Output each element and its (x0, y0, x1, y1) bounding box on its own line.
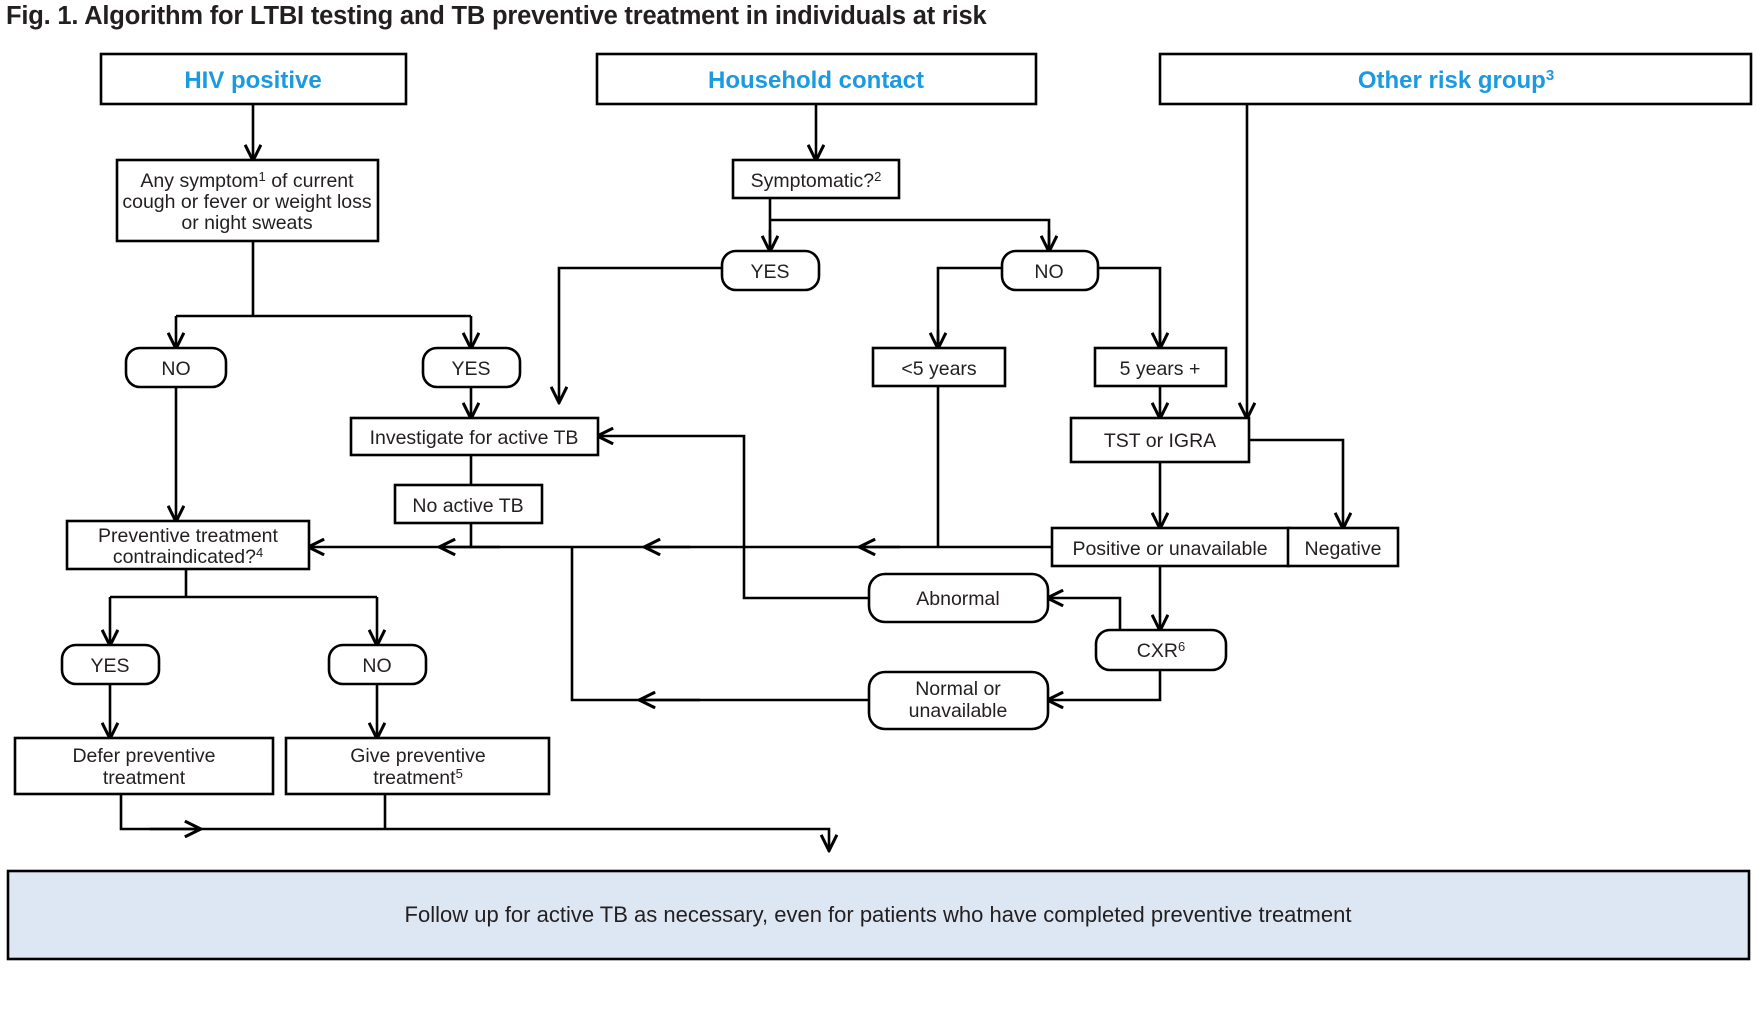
node-under-5-years[interactable]: <5 years (871, 346, 1007, 388)
figure-root: Fig. 1. Algorithm for LTBI testing and T… (0, 0, 1757, 1024)
investigate-label: Investigate for active TB (370, 427, 579, 449)
give-line1: Give preventive (350, 745, 485, 767)
any-symptom-line2: cough or fever or weight loss (122, 191, 372, 213)
followup-banner-label: Follow up for active TB as necessary, ev… (405, 902, 1352, 927)
node-normal-or-unavailable[interactable]: Normal or unavailable (867, 670, 1050, 731)
node-contra-no[interactable]: NO (327, 643, 428, 686)
edge-symptom-split (176, 241, 471, 318)
contraindicated-superscript: 4 (256, 545, 263, 560)
negative-label: Negative (1305, 538, 1382, 560)
node-positive-or-unavailable[interactable]: Positive or unavailable (1050, 526, 1291, 568)
normal-bold: Normal (915, 678, 978, 700)
edge-hhyes-to-investigate (559, 266, 722, 402)
svg-text:Any symptom1 of current: Any symptom1 of current (140, 169, 354, 192)
node-household-yes[interactable]: YES (720, 249, 821, 292)
edge-defer-to-bottom-bus (119, 794, 829, 850)
node-hiv-no[interactable]: NO (124, 346, 228, 389)
node-no-active-tb[interactable]: No active TB (393, 483, 544, 525)
node-other-risk-group[interactable]: Other risk group3 (1158, 52, 1753, 106)
node-give-preventive-treatment[interactable]: Give preventive treatment5 (284, 736, 551, 796)
node-tst-or-igra[interactable]: TST or IGRA (1069, 416, 1251, 464)
edge-tst-to-negative (1249, 438, 1343, 528)
hiv-no-label: NO (161, 358, 190, 380)
svg-text:Other risk group3: Other risk group3 (1358, 67, 1554, 94)
edge-symptomatic-split (768, 198, 1051, 251)
contraindicated-line1: Preventive treatment (98, 525, 279, 547)
normal-line2: unavailable (909, 700, 1008, 722)
abnormal-label: Abnormal (916, 588, 999, 610)
node-hiv-yes[interactable]: YES (421, 346, 522, 389)
svg-text:CXR6: CXR6 (1137, 639, 1185, 662)
other-risk-group-superscript: 3 (1546, 67, 1554, 84)
edge-cxr-to-normal (1048, 670, 1162, 700)
node-cxr[interactable]: CXR6 (1094, 628, 1228, 672)
any-symptom-line1-rest: of current (266, 170, 354, 192)
5-years-plus-label: 5 years + (1120, 358, 1201, 380)
household-contact-label: Household contact (708, 67, 924, 94)
symptomatic-superscript: 2 (874, 169, 881, 184)
positive-rest: or unavailable (1141, 538, 1268, 560)
node-any-symptom[interactable]: Any symptom1 of current cough or fever o… (115, 158, 380, 243)
positive-bold: Positive (1072, 538, 1140, 560)
svg-text:Positive or unavailable: Positive or unavailable (1072, 538, 1267, 560)
any-symptom-bold: Any symptom (140, 170, 258, 192)
any-symptom-superscript: 1 (259, 169, 266, 184)
node-5-years-plus[interactable]: 5 years + (1093, 346, 1228, 388)
defer-line1: Defer preventive (72, 745, 215, 767)
flowchart-canvas: HIV positive Household contact Other ris… (6, 52, 1753, 961)
contra-no-label: NO (362, 655, 391, 677)
household-no-label: NO (1034, 261, 1063, 283)
edge-normal-to-contra-bus (570, 547, 869, 702)
svg-text:contraindicated?4: contraindicated?4 (113, 545, 263, 568)
svg-text:treatment5: treatment5 (373, 766, 463, 789)
defer-line2: treatment (103, 767, 186, 789)
other-risk-group-label: Other risk group (1358, 67, 1546, 94)
give-superscript: 5 (456, 766, 463, 781)
svg-text:Symptomatic?2: Symptomatic?2 (751, 169, 882, 192)
symptomatic-label: Symptomatic? (751, 170, 875, 192)
svg-text:Normal or: Normal or (915, 678, 1001, 700)
contraindicated-line2: contraindicated? (113, 546, 256, 568)
under-5-years-label: <5 years (901, 358, 977, 380)
household-yes-label: YES (750, 261, 789, 283)
hiv-positive-label: HIV positive (184, 67, 321, 94)
node-followup-banner[interactable]: Follow up for active TB as necessary, ev… (6, 869, 1751, 961)
node-household-contact[interactable]: Household contact (595, 52, 1038, 106)
cxr-superscript: 6 (1178, 639, 1185, 654)
node-symptomatic[interactable]: Symptomatic?2 (731, 158, 901, 200)
node-contra-yes[interactable]: YES (60, 643, 161, 686)
node-hiv-positive[interactable]: HIV positive (99, 52, 408, 106)
edge-abnormal-to-investigate (598, 436, 869, 600)
cxr-label: CXR (1137, 640, 1178, 662)
give-line2: treatment (373, 767, 456, 789)
tst-or-igra-label: TST or IGRA (1104, 430, 1216, 452)
node-preventive-contraindicated[interactable]: Preventive treatment contraindicated?4 (65, 519, 311, 571)
normal-rest: or (978, 678, 1001, 700)
node-abnormal[interactable]: Abnormal (867, 572, 1050, 624)
node-negative[interactable]: Negative (1286, 526, 1400, 568)
contra-yes-label: YES (90, 655, 129, 677)
node-household-no[interactable]: NO (1000, 249, 1100, 292)
no-active-tb-label: No active TB (412, 495, 523, 517)
edge-contra-split (110, 569, 377, 599)
node-defer-preventive-treatment[interactable]: Defer preventive treatment (13, 736, 275, 796)
hiv-yes-label: YES (451, 358, 490, 380)
node-investigate-active-tb[interactable]: Investigate for active TB (349, 416, 600, 457)
any-symptom-line3: or night sweats (181, 212, 312, 234)
